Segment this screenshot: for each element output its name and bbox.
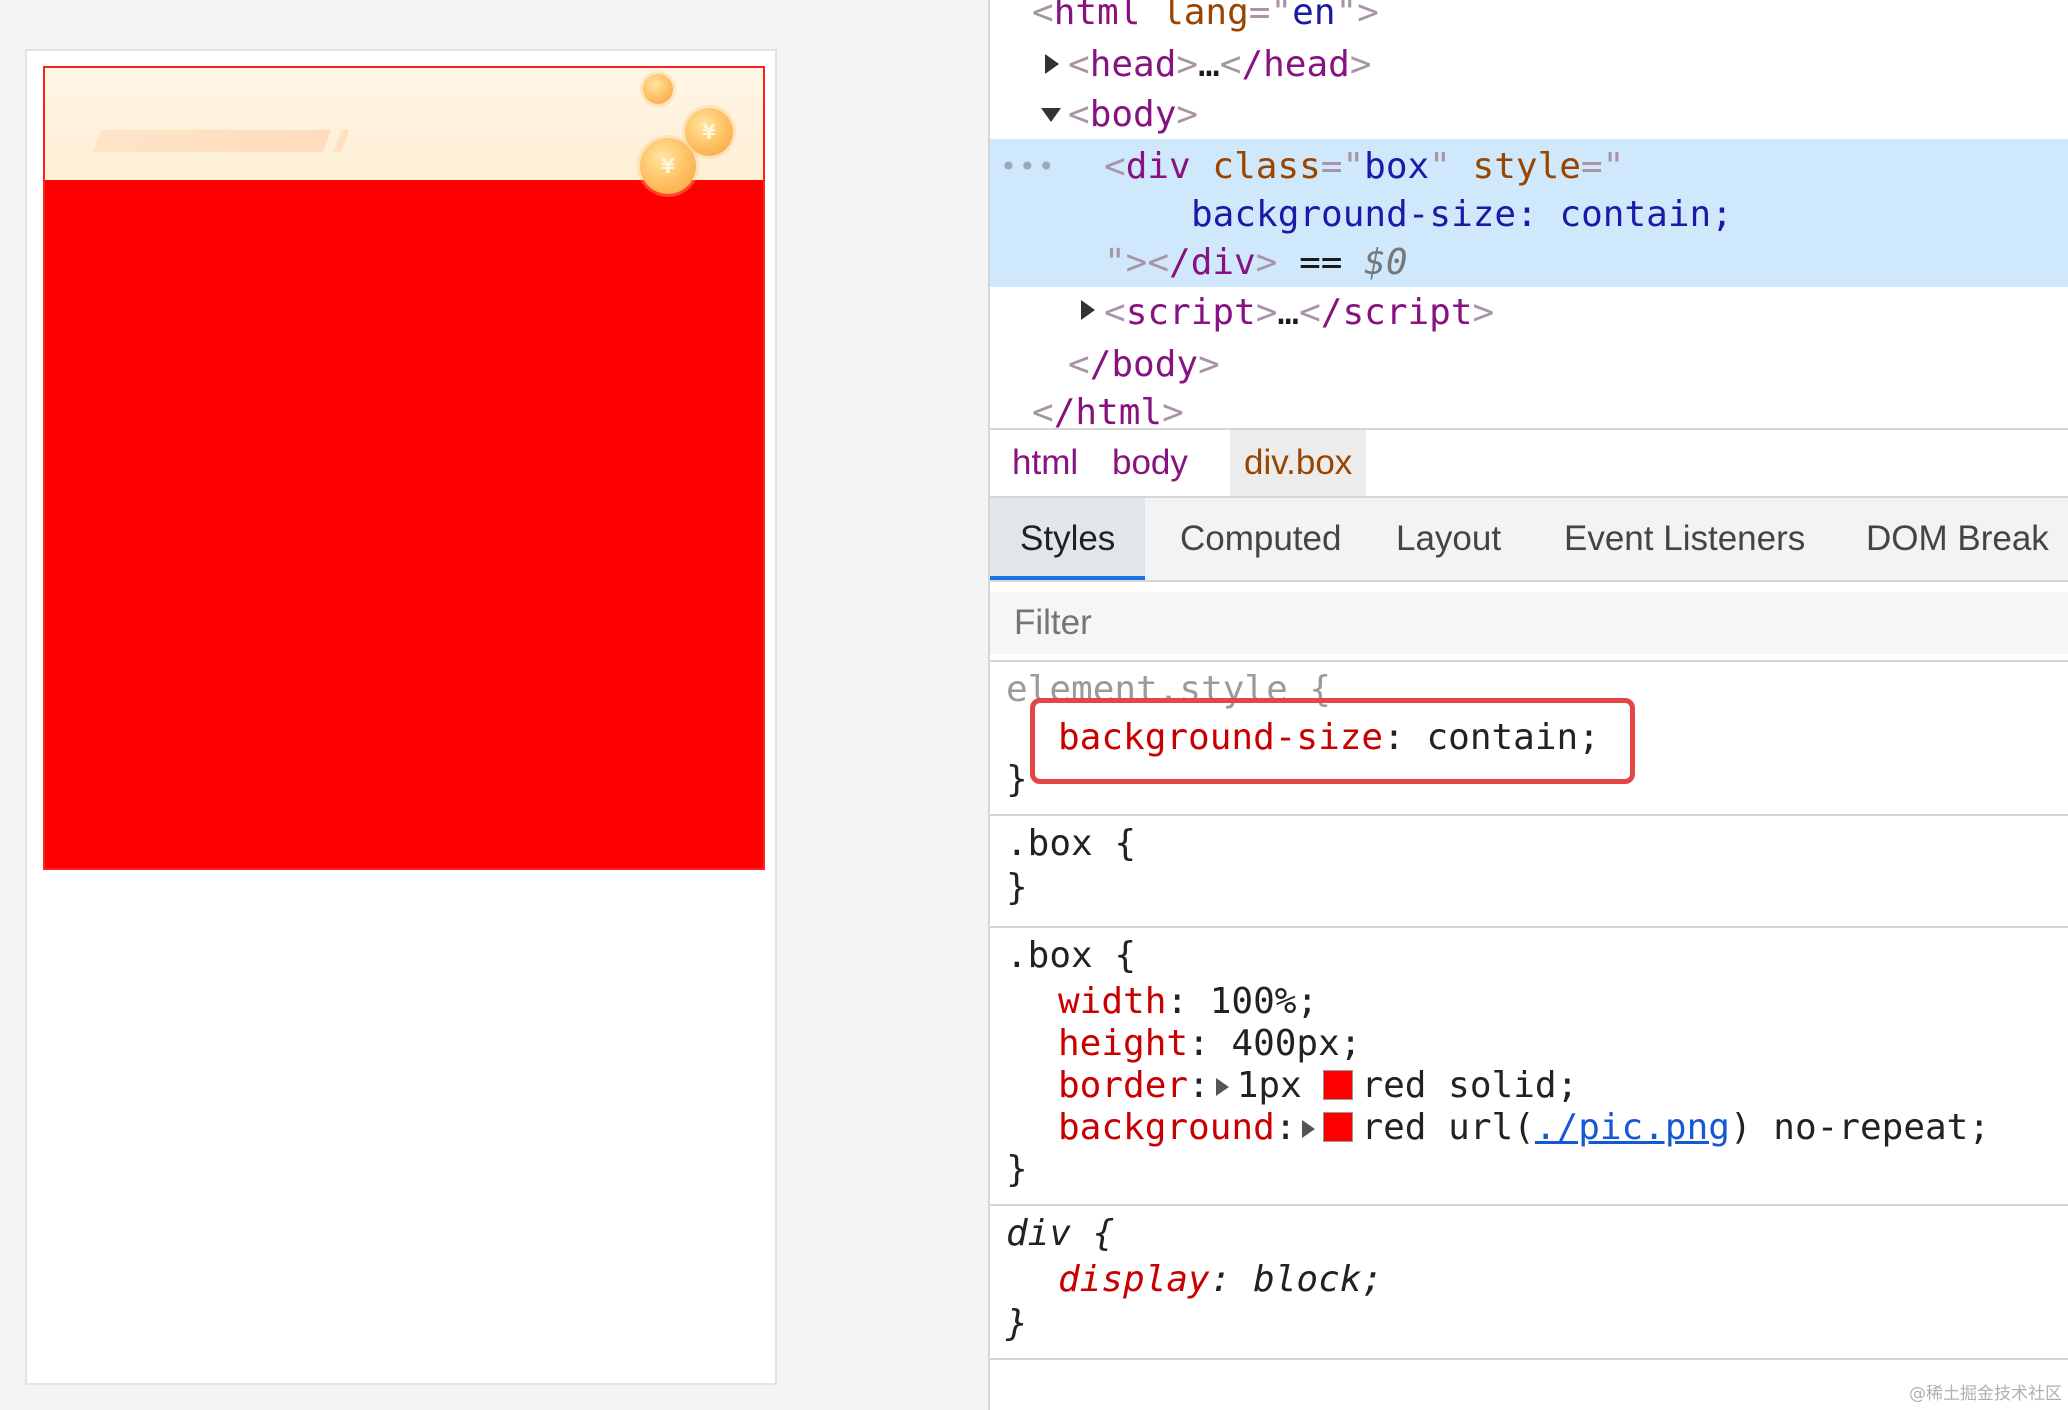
color-swatch-icon[interactable] bbox=[1323, 1112, 1354, 1142]
page-preview: ¥ ¥ bbox=[25, 49, 777, 1385]
filter-input[interactable] bbox=[1014, 592, 1914, 654]
expand-shorthand-icon[interactable] bbox=[1302, 1120, 1316, 1138]
div-selector: div { bbox=[1006, 1213, 1115, 1254]
divider bbox=[990, 660, 2068, 662]
dom-div-close[interactable]: "></div> == $0 bbox=[1104, 240, 1408, 286]
close-brace: } bbox=[1006, 759, 1028, 800]
coin-icon bbox=[643, 74, 673, 104]
divider bbox=[990, 926, 2068, 928]
close-brace: } bbox=[1006, 1303, 1028, 1344]
banner-stripe bbox=[92, 130, 332, 152]
box-selector[interactable]: .box { bbox=[1006, 934, 1136, 978]
css-declaration[interactable]: height: 400px; bbox=[1058, 1022, 1361, 1066]
breadcrumb-body[interactable]: body bbox=[1098, 430, 1202, 496]
collapse-arrow-icon[interactable] bbox=[1041, 108, 1061, 122]
css-declaration[interactable]: border: 1px red solid; bbox=[1058, 1064, 1578, 1108]
breadcrumb-html[interactable]: html bbox=[998, 430, 1092, 496]
tab-dom-breakpoints[interactable]: DOM Break bbox=[1836, 498, 2068, 580]
coin-icon: ¥ bbox=[640, 138, 696, 194]
expand-shorthand-icon[interactable] bbox=[1215, 1078, 1229, 1096]
dom-div-open[interactable]: <div class="box" style=" bbox=[1104, 144, 1624, 190]
close-brace: } bbox=[1006, 1149, 1028, 1190]
dom-div-style[interactable]: background-size: contain; bbox=[1191, 192, 1733, 238]
dom-head[interactable]: <head>…</head> bbox=[1068, 42, 1372, 88]
expand-arrow-icon[interactable] bbox=[1081, 300, 1095, 320]
pic-url-link[interactable]: ./pic.png bbox=[1535, 1107, 1730, 1148]
css-declaration[interactable]: background: red url(./pic.png) no-repeat; bbox=[1058, 1106, 1990, 1150]
expand-arrow-icon[interactable] bbox=[1045, 54, 1059, 74]
dom-body-close[interactable]: </body> bbox=[1068, 342, 1220, 388]
banner-stripe-small bbox=[332, 130, 350, 152]
close-brace: } bbox=[1006, 867, 1028, 908]
divider bbox=[990, 1358, 2068, 1360]
dom-html-open[interactable]: <html lang="en"> bbox=[1032, 0, 1379, 36]
divider bbox=[990, 1204, 2068, 1206]
watermark: @稀土掘金技术社区 bbox=[1909, 1384, 2062, 1404]
css-declaration[interactable]: width: 100%; bbox=[1058, 980, 1318, 1024]
tab-event-listeners[interactable]: Event Listeners bbox=[1534, 498, 1835, 580]
sidebar-tabs: Styles Computed Layout Event Listeners D… bbox=[990, 498, 2068, 580]
background-image-banner: ¥ ¥ bbox=[45, 68, 763, 194]
highlight-annotation bbox=[1030, 698, 1635, 784]
breadcrumb: html body div.box bbox=[990, 430, 2068, 496]
devtools-panel: ••• <html lang="en"> <head>…</head> <bod… bbox=[988, 0, 2068, 1410]
divider bbox=[990, 814, 2068, 816]
filter-bar bbox=[990, 592, 2068, 654]
css-declaration: display: block; bbox=[1058, 1259, 1384, 1300]
box-selector[interactable]: .box { bbox=[1006, 822, 1136, 866]
dom-script[interactable]: <script>…</script> bbox=[1104, 290, 1494, 336]
tab-computed[interactable]: Computed bbox=[1150, 498, 1371, 580]
dom-body-open[interactable]: <body> bbox=[1068, 92, 1198, 138]
color-swatch-icon[interactable] bbox=[1323, 1070, 1354, 1100]
divider bbox=[990, 580, 2068, 582]
breadcrumb-div-box[interactable]: div.box bbox=[1230, 430, 1367, 496]
more-actions-icon[interactable]: ••• bbox=[1000, 150, 1057, 183]
box-element[interactable]: ¥ ¥ bbox=[43, 66, 765, 870]
tab-styles[interactable]: Styles bbox=[990, 498, 1146, 580]
tab-layout[interactable]: Layout bbox=[1366, 498, 1531, 580]
